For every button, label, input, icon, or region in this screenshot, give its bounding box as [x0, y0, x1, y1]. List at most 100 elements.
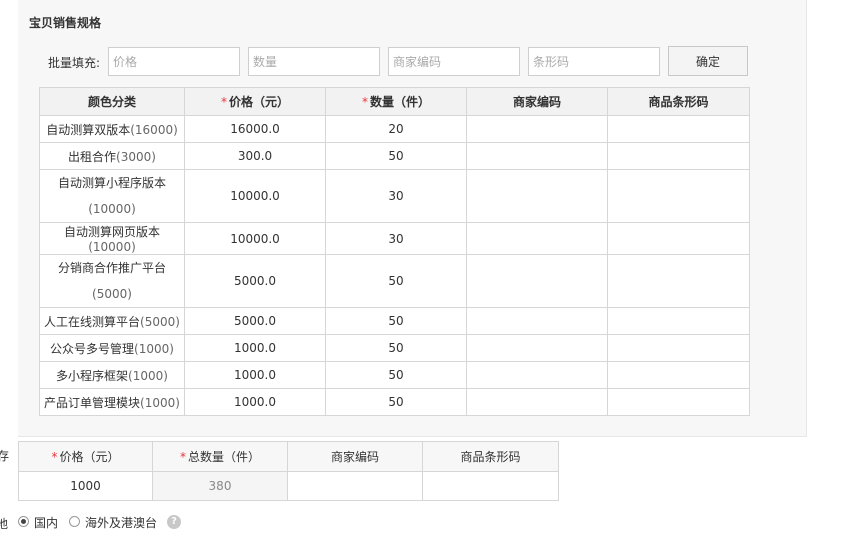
sku-barcode-cell[interactable] [607, 115, 750, 143]
table-row: 自动测算网页版本(10000) 10000.0 30 [39, 222, 750, 255]
batch-price-input[interactable] [108, 47, 240, 76]
sku-name-price: (5000) [92, 287, 132, 301]
sku-merchant-code-cell[interactable] [466, 334, 608, 362]
header-merchant-code: 商家编码 [466, 87, 608, 116]
sku-barcode-cell[interactable] [607, 254, 750, 308]
required-mark: * [361, 95, 368, 109]
table-row: 自动测算小程序版本 (10000) 10000.0 30 [39, 169, 750, 223]
sku-merchant-code-cell[interactable] [466, 115, 608, 143]
table-row: 出租合作(3000) 300.0 50 [39, 142, 750, 170]
sku-name-cell: 多小程序框架(1000) [39, 361, 185, 389]
sku-price-cell[interactable]: 16000.0 [184, 115, 326, 143]
sku-quantity-cell[interactable]: 50 [325, 254, 467, 308]
stock-header-row: * 价格（元） * 总数量（件） 商家编码 商品条形码 [18, 441, 559, 472]
batch-quantity-input[interactable] [248, 47, 380, 76]
sku-price-cell[interactable]: 5000.0 [184, 307, 326, 335]
sku-barcode-cell[interactable] [607, 334, 750, 362]
stock-label: 存 [0, 449, 10, 463]
sales-spec-panel: 宝贝销售规格 批量填充: 确定 颜色分类 *价格（元） *数量（件） 商家编码 … [18, 0, 807, 437]
sku-header-row: 颜色分类 * 价格（元） * 数量（件） 商家编码 商品条形码 [39, 87, 750, 116]
sku-name-price: (1000) [134, 341, 174, 356]
sku-barcode-cell[interactable] [607, 388, 750, 416]
sku-price-cell[interactable]: 10000.0 [184, 169, 326, 223]
sku-name-cell: 自动测算小程序版本 (10000) [39, 169, 185, 223]
stock-header-total: * 总数量（件） [152, 441, 288, 472]
header-barcode: 商品条形码 [607, 87, 750, 116]
sku-price-cell[interactable]: 1000.0 [184, 361, 326, 389]
stock-header-barcode: 商品条形码 [422, 441, 559, 472]
sku-name-price: (1000) [128, 368, 168, 383]
stock-barcode-cell[interactable] [422, 471, 559, 501]
batch-merchant-code-input[interactable] [388, 47, 520, 76]
sku-quantity-cell[interactable]: 20 [325, 115, 467, 143]
batch-barcode-input[interactable] [528, 47, 660, 76]
sku-barcode-cell[interactable] [607, 169, 750, 223]
sku-quantity-cell[interactable]: 30 [325, 222, 467, 255]
sku-quantity-cell[interactable]: 50 [325, 361, 467, 389]
sku-name: 多小程序框架 [56, 368, 129, 383]
sku-merchant-code-cell[interactable] [466, 388, 608, 416]
table-row: 分销商合作推广平台 (5000) 5000.0 50 [39, 254, 750, 308]
radio-overseas-label[interactable]: 海外及港澳台 [85, 514, 157, 531]
sku-merchant-code-cell[interactable] [466, 222, 608, 255]
header-quantity: * 数量（件） [325, 87, 467, 116]
sku-barcode-cell[interactable] [607, 307, 750, 335]
header-price: * 价格（元） [184, 87, 326, 116]
sku-merchant-code-cell[interactable] [466, 169, 608, 223]
stock-total-cell: 380 [152, 471, 288, 501]
sku-name-price: (1000) [140, 395, 180, 410]
help-icon[interactable]: ? [167, 515, 181, 529]
header-price-label: 价格（元） [228, 95, 289, 109]
sku-quantity-cell[interactable]: 50 [325, 142, 467, 170]
sku-name-price: (10000) [88, 202, 136, 216]
location-label: 地 [0, 517, 9, 531]
stock-price-cell[interactable]: 1000 [18, 471, 153, 501]
sku-quantity-cell[interactable]: 50 [325, 388, 467, 416]
stock-table: * 价格（元） * 总数量（件） 商家编码 商品条形码 1000 380 [18, 441, 559, 501]
sku-name-cell: 自动测算网页版本(10000) [39, 222, 185, 255]
sku-name-price: (3000) [116, 149, 156, 164]
sku-name: 产品订单管理模块 [44, 395, 141, 410]
stock-header-price: * 价格（元） [18, 441, 153, 472]
stock-header-merchant-code: 商家编码 [287, 441, 423, 472]
sku-barcode-cell[interactable] [607, 361, 750, 389]
sku-quantity-cell[interactable]: 50 [325, 334, 467, 362]
radio-domestic[interactable] [18, 516, 29, 527]
sku-name-cell: 产品订单管理模块(1000) [39, 388, 185, 416]
sku-merchant-code-cell[interactable] [466, 361, 608, 389]
sku-merchant-code-cell[interactable] [466, 254, 608, 308]
sku-name: 人工在线测算平台 [44, 314, 141, 329]
table-row: 1000 380 [18, 471, 559, 501]
sku-price-cell[interactable]: 10000.0 [184, 222, 326, 255]
sku-name-cell: 公众号多号管理(1000) [39, 334, 185, 362]
required-mark: * [179, 450, 186, 464]
sku-quantity-cell[interactable]: 50 [325, 307, 467, 335]
radio-overseas[interactable] [69, 516, 80, 527]
batch-confirm-button[interactable]: 确定 [668, 46, 748, 76]
sku-barcode-cell[interactable] [607, 142, 750, 170]
stock-merchant-code-cell[interactable] [287, 471, 423, 501]
table-row: 自动测算双版本(16000) 16000.0 20 [39, 115, 750, 143]
sku-name: 出租合作 [68, 149, 117, 164]
sku-name: 公众号多号管理 [50, 341, 135, 356]
sku-name-price: (16000) [130, 122, 178, 137]
stock-header-price-label: 价格（元） [59, 450, 120, 464]
sku-name-price: (10000) [88, 240, 136, 254]
sku-price-cell[interactable]: 5000.0 [184, 254, 326, 308]
sku-name-cell: 分销商合作推广平台 (5000) [39, 254, 185, 308]
sku-name: 自动测算双版本 [46, 122, 131, 137]
sku-barcode-cell[interactable] [607, 222, 750, 255]
table-row: 产品订单管理模块(1000) 1000.0 50 [39, 388, 750, 416]
radio-domestic-label[interactable]: 国内 [34, 514, 58, 531]
sku-name: 自动测算网页版本 [63, 225, 160, 239]
sku-price-cell[interactable]: 1000.0 [184, 388, 326, 416]
sku-price-cell[interactable]: 1000.0 [184, 334, 326, 362]
sku-price-cell[interactable]: 300.0 [184, 142, 326, 170]
sku-quantity-cell[interactable]: 30 [325, 169, 467, 223]
header-color: 颜色分类 [39, 87, 185, 116]
required-mark: * [220, 95, 227, 109]
sku-merchant-code-cell[interactable] [466, 142, 608, 170]
sku-merchant-code-cell[interactable] [466, 307, 608, 335]
sku-name: 分销商合作推广平台 [57, 261, 166, 275]
sku-table: 颜色分类 * 价格（元） * 数量（件） 商家编码 商品条形码 自动测算双版本(16… [39, 87, 750, 416]
